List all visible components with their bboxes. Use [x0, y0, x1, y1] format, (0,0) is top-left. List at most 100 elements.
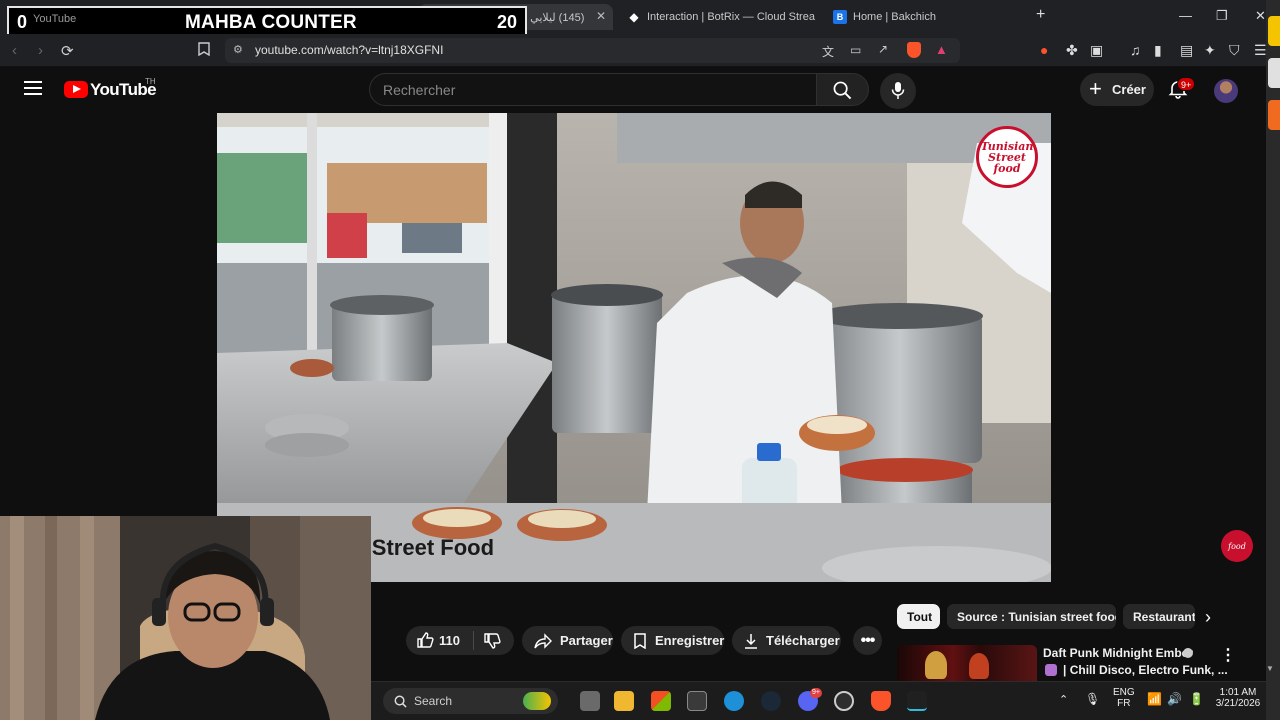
tray-overflow-icon[interactable]: ⌃	[1059, 693, 1068, 706]
brave-shields-icon[interactable]	[907, 42, 921, 58]
save-playlist-icon	[633, 632, 647, 649]
tab-bakchich[interactable]: B Home | Bakchich	[833, 4, 1003, 30]
language-secondary: FR	[1117, 698, 1131, 709]
back-icon[interactable]: ‹	[12, 42, 17, 59]
chip-source[interactable]: Source : Tunisian street food	[947, 604, 1116, 629]
webcam-overlay	[0, 516, 371, 720]
bakchich-favicon-icon: B	[833, 10, 847, 24]
helmet-red-icon	[969, 653, 989, 679]
chip-all[interactable]: Tout	[897, 604, 940, 629]
save-label: Enregistrer	[655, 633, 725, 648]
cast-icon[interactable]: ▭	[850, 43, 861, 57]
scroll-down-icon[interactable]: ▼	[1266, 664, 1274, 673]
youtube-logo-icon[interactable]	[64, 81, 88, 98]
save-button[interactable]: Enregistrer	[621, 626, 724, 655]
maximize-button[interactable]: ❐	[1216, 8, 1228, 24]
search-highlight-icon	[523, 692, 551, 710]
media-controls-icon[interactable]: ♫	[1130, 42, 1141, 58]
download-icon	[744, 633, 758, 649]
taskbar-search[interactable]: Search	[383, 688, 558, 714]
counter-label: MAHBA COUNTER	[185, 12, 357, 33]
tab-title: Interaction | BotRix — Cloud Streamin	[647, 11, 815, 23]
volume-icon[interactable]: 🔊	[1167, 692, 1182, 706]
search-input[interactable]	[383, 82, 803, 98]
extensions-icon[interactable]: ✤	[1066, 42, 1078, 59]
search-button[interactable]	[816, 73, 869, 106]
user-avatar[interactable]	[1214, 79, 1238, 103]
side-panel-tab-icon[interactable]	[1268, 58, 1280, 88]
chip-restaurants[interactable]: Restaurants	[1123, 604, 1195, 629]
tab-botrix[interactable]: ◆ Interaction | BotRix — Cloud Streamin	[627, 4, 815, 30]
channel-logo-badge: Tunisian Street food	[976, 126, 1038, 188]
reload-icon[interactable]: ⟳	[61, 42, 74, 60]
voice-search-button[interactable]	[880, 73, 916, 109]
wifi-icon[interactable]: 📶	[1147, 692, 1162, 706]
obs-icon[interactable]	[834, 691, 854, 711]
like-count[interactable]: 110	[439, 633, 460, 648]
sidebar-toggle-icon[interactable]: ▮	[1154, 42, 1162, 59]
close-window-button[interactable]: ✕	[1255, 8, 1266, 24]
side-panel-tab-icon[interactable]	[1268, 16, 1280, 46]
download-button[interactable]: Télécharger	[732, 626, 841, 655]
vpn-icon[interactable]: ⛉	[1229, 42, 1240, 59]
browser-menu-icon[interactable]: ☰	[1254, 42, 1267, 59]
thumbs-up-icon[interactable]	[416, 631, 434, 649]
suggestion-menu-icon[interactable]: ⋮	[1220, 645, 1236, 665]
site-info-icon[interactable]: ⚙	[233, 43, 243, 56]
brave-rewards-icon[interactable]: ▲	[935, 42, 948, 57]
brave-browser-icon[interactable]	[871, 691, 891, 711]
counter-right-value: 20	[496, 12, 517, 32]
webcam-feed	[0, 516, 371, 720]
video-player[interactable]	[217, 113, 1051, 582]
wallet-icon[interactable]: ▤	[1180, 42, 1193, 59]
new-tab-button[interactable]: +	[1036, 6, 1045, 24]
battery-icon[interactable]: 🔋	[1189, 692, 1204, 706]
clock-date: 3/21/2026	[1215, 698, 1261, 709]
translate-icon[interactable]: 文	[822, 43, 834, 60]
search-box[interactable]	[369, 73, 816, 106]
more-actions-button[interactable]: •••	[853, 626, 882, 655]
youtube-header: YouTube TH + Créer 9+	[0, 67, 1266, 113]
share-page-icon[interactable]: ↗	[878, 42, 888, 56]
steam-icon[interactable]	[761, 691, 781, 711]
like-divider	[473, 631, 474, 650]
leo-ai-icon[interactable]: ✦	[1204, 42, 1216, 59]
country-code: TH	[145, 77, 156, 86]
bookmark-icon[interactable]	[198, 42, 210, 60]
file-explorer-icon[interactable]	[614, 691, 634, 711]
background-tab-title: YouTube	[33, 13, 77, 25]
suggested-video-subtitle[interactable]: | Chill Disco, Electro Funk, ...	[1063, 663, 1228, 677]
address-bar[interactable]: ⚙ youtube.com/watch?v=ltnj18XGFNI 文 ▭ ↗ …	[225, 38, 960, 63]
minimize-button[interactable]: —	[1179, 8, 1192, 23]
plus-icon: +	[1089, 76, 1102, 101]
watermark-text: food	[1228, 541, 1246, 551]
edge-icon[interactable]	[724, 691, 744, 711]
notification-count-badge: 9+	[1177, 77, 1196, 91]
input-language[interactable]: ENG FR	[1113, 687, 1135, 709]
suggested-video-title[interactable]: Daft Punk Midnight Ember	[1043, 646, 1193, 660]
thumbs-down-icon[interactable]	[483, 632, 501, 650]
search-icon	[833, 81, 852, 100]
extension-box-icon[interactable]: ▣	[1090, 42, 1103, 59]
chips-next-icon[interactable]: ›	[1205, 607, 1211, 628]
clock[interactable]: 1:01 AM 3/21/2026	[1213, 687, 1263, 709]
discord-badge: 9+	[810, 688, 822, 698]
tab-close-icon[interactable]: ✕	[596, 9, 606, 23]
microsoft-store-icon[interactable]	[651, 691, 671, 711]
app-icon[interactable]	[687, 691, 707, 711]
side-panel-tab-icon[interactable]	[1268, 100, 1280, 130]
create-button[interactable]: + Créer	[1080, 73, 1154, 106]
forward-icon[interactable]: ›	[38, 42, 43, 59]
hamburger-menu-icon[interactable]	[24, 81, 42, 95]
counter-left-value: 0	[17, 12, 28, 32]
helmet-gold-icon	[925, 651, 947, 679]
language-primary: ENG	[1113, 687, 1135, 698]
like-dislike-group: 110	[406, 626, 514, 655]
terminal-icon[interactable]	[907, 691, 927, 711]
brave-wallet-flame-icon[interactable]: ●	[1040, 42, 1048, 58]
search-icon	[394, 695, 407, 708]
microphone-tray-icon[interactable]: 🎙	[1085, 692, 1100, 706]
share-button[interactable]: Partager	[522, 626, 613, 655]
channel-watermark-icon[interactable]: food	[1221, 530, 1253, 562]
task-view-icon[interactable]	[580, 691, 600, 711]
